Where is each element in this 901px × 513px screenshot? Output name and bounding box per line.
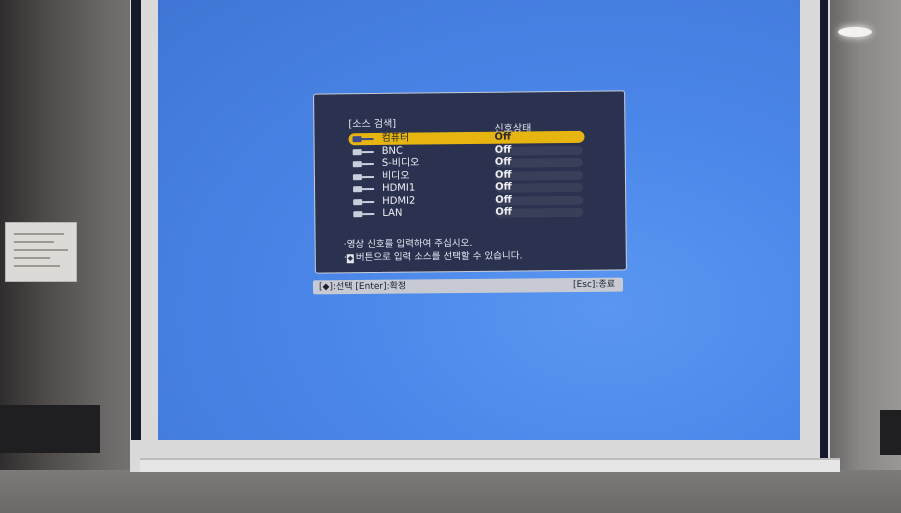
key-guide-bar: [◆]:선택 [Enter]:확정 [Esc]:종료: [312, 277, 624, 295]
screen-edge-right: [820, 0, 828, 465]
source-search-menu: [소스 검색] 신호상태 컴퓨터 Off BNC Off S-비디오 Off 비…: [313, 90, 627, 274]
message-text: 버튼으로 입력 소스를 선택할 수 있습니다.: [355, 250, 523, 264]
source-status: Off: [494, 144, 512, 156]
source-label: S-비디오: [381, 157, 420, 169]
video-port-icon: [352, 173, 375, 180]
s-video-port-icon: [352, 161, 375, 168]
source-status: Off: [495, 194, 512, 206]
source-status: Off: [494, 169, 512, 181]
key-guide-exit: [Esc]:종료: [572, 279, 616, 291]
source-row-lan[interactable]: LAN Off: [349, 206, 585, 220]
source-label: 컴퓨터: [381, 132, 410, 144]
source-status: Off: [494, 181, 512, 193]
hdmi-port-icon: [353, 186, 375, 193]
screen-bottom-bar: [140, 458, 840, 472]
menu-title: [소스 검색]: [348, 118, 397, 131]
lan-port-icon: [353, 211, 375, 218]
computer-port-icon: [352, 136, 375, 143]
wall-panel-right: [880, 410, 901, 455]
source-status: Off: [495, 206, 512, 218]
key-guide-select: [◆]:선택 [Enter]:확정: [318, 281, 407, 293]
source-status: Off: [494, 156, 512, 168]
screen-edge-left: [131, 0, 141, 440]
source-label: 비디오: [381, 170, 410, 182]
ceiling-light: [838, 27, 872, 37]
wall-notice: [5, 222, 77, 282]
floor: [0, 470, 901, 513]
source-status: Off: [494, 131, 512, 143]
hdmi-port-icon: [353, 198, 375, 205]
source-label: HDMI2: [382, 195, 416, 207]
wall-panel-left: [0, 405, 100, 453]
source-list: 컴퓨터 Off BNC Off S-비디오 Off 비디오 Off HDMI1 …: [348, 130, 585, 221]
select-source-message: ·◆ 버튼으로 입력 소스를 선택할 수 있습니다.: [344, 247, 523, 263]
source-label: BNC: [381, 145, 404, 157]
source-label: LAN: [382, 207, 403, 219]
source-label: HDMI1: [382, 182, 416, 194]
nav-button-icon: ◆: [346, 254, 354, 264]
bnc-port-icon: [352, 148, 375, 155]
